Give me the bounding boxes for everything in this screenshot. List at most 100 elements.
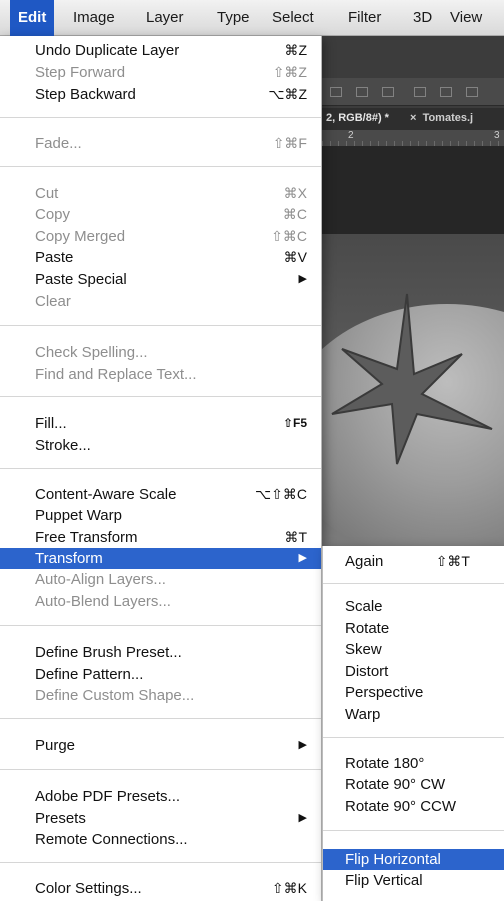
menu-item-step-forward[interactable]: Step Forward ⇧⌘Z: [0, 62, 321, 83]
menubar-layer[interactable]: Layer: [146, 0, 184, 36]
menubar-filter[interactable]: Filter: [348, 0, 381, 36]
tab-close-icon[interactable]: ×: [410, 112, 416, 124]
menu-item-color-settings[interactable]: Color Settings... ⇧⌘K: [0, 878, 321, 899]
menu-item-label: Undo Duplicate Layer: [35, 42, 180, 59]
horizontal-ruler: 2 3: [322, 130, 504, 146]
submenu-item-rotate-90-cw[interactable]: Rotate 90° CW: [323, 774, 504, 795]
menu-item-label: Paste: [35, 249, 74, 266]
menu-separator: [0, 468, 321, 469]
align-bottom-icon[interactable]: [382, 87, 394, 97]
menu-item-label: Fill...: [35, 415, 67, 432]
menu-item-define-pattern[interactable]: Define Pattern...: [0, 664, 321, 685]
submenu-arrow-icon: ▶: [298, 812, 307, 824]
edit-menu: Undo Duplicate Layer ⌘Z Step Forward ⇧⌘Z S…: [0, 36, 322, 901]
menu-item-undo-duplicate-layer[interactable]: Undo Duplicate Layer ⌘Z: [0, 40, 321, 61]
submenu-item-distort[interactable]: Distort: [323, 661, 504, 682]
menu-item-label: Cut: [35, 185, 59, 202]
menu-item-label: Check Spelling...: [35, 344, 148, 361]
menu-item-fill[interactable]: Fill... ⇧F5: [0, 413, 321, 434]
menu-separator: [0, 625, 321, 626]
menu-item-label: Purge: [35, 737, 76, 754]
submenu-arrow-icon: ▶: [298, 739, 307, 751]
menu-separator: [0, 862, 321, 863]
menu-item-puppet-warp[interactable]: Puppet Warp: [0, 505, 321, 526]
menu-item-shortcut: ⇧⌘Z: [272, 64, 307, 80]
submenu-item-rotate-180[interactable]: Rotate 180°: [323, 753, 504, 774]
menu-separator: [323, 583, 504, 584]
menu-item-presets[interactable]: Presets ▶: [0, 808, 321, 829]
submenu-item-scale[interactable]: Scale: [323, 596, 504, 617]
menu-item-purge[interactable]: Purge ▶: [0, 735, 321, 756]
menu-separator: [0, 718, 321, 719]
menu-item-label: Paste Special: [35, 271, 127, 288]
menu-item-fade[interactable]: Fade... ⇧⌘F: [0, 133, 321, 154]
menubar-3d[interactable]: 3D: [413, 0, 432, 36]
submenu-item-flip-vertical[interactable]: Flip Vertical: [323, 870, 504, 891]
menu-item-transform[interactable]: Transform ▶: [0, 548, 321, 569]
menu-item-label: Warp: [345, 706, 381, 723]
align-right-icon[interactable]: [466, 87, 478, 97]
menu-item-shortcut: ⌘C: [282, 206, 307, 222]
transform-submenu: Again ⇧⌘T Scale Rotate Skew Distort Persp…: [322, 546, 504, 901]
menu-item-define-brush-preset[interactable]: Define Brush Preset...: [0, 642, 321, 663]
menu-item-adobe-pdf-presets[interactable]: Adobe PDF Presets...: [0, 786, 321, 807]
menu-item-label: Again: [345, 553, 384, 570]
menu-item-shortcut: ⇧⌘T: [435, 553, 470, 569]
menu-item-shortcut: ⇧⌘F: [272, 135, 307, 151]
menubar-type[interactable]: Type: [217, 0, 250, 36]
menubar-image[interactable]: Image: [73, 0, 115, 36]
menubar-view[interactable]: View: [450, 0, 482, 36]
menu-item-find-replace-text[interactable]: Find and Replace Text...: [0, 364, 321, 385]
menu-item-free-transform[interactable]: Free Transform ⌘T: [0, 527, 321, 548]
submenu-arrow-icon: ▶: [298, 273, 307, 285]
submenu-item-again[interactable]: Again ⇧⌘T: [323, 551, 504, 572]
submenu-item-flip-horizontal[interactable]: Flip Horizontal: [323, 849, 504, 870]
tab-current-document[interactable]: 2, RGB/8#) *: [326, 112, 389, 124]
menubar-edit[interactable]: Edit: [10, 0, 55, 36]
align-hcenter-icon[interactable]: [440, 87, 452, 97]
submenu-item-warp[interactable]: Warp: [323, 704, 504, 725]
menu-item-copy[interactable]: Copy ⌘C: [0, 204, 321, 225]
menu-item-cut[interactable]: Cut ⌘X: [0, 183, 321, 204]
align-top-icon[interactable]: [330, 87, 342, 97]
menubar-select[interactable]: Select: [272, 0, 314, 36]
menu-item-label: Scale: [345, 598, 383, 615]
menu-separator: [323, 830, 504, 831]
menu-item-paste-special[interactable]: Paste Special ▶: [0, 269, 321, 290]
menu-item-remote-connections[interactable]: Remote Connections...: [0, 829, 321, 850]
menu-item-label: Stroke...: [35, 437, 91, 454]
submenu-item-rotate-90-ccw[interactable]: Rotate 90° CCW: [323, 796, 504, 817]
menu-item-step-backward[interactable]: Step Backward ⌥⌘Z: [0, 84, 321, 105]
menu-separator: [0, 117, 321, 118]
tab-tomates-document[interactable]: × Tomates.j: [410, 112, 473, 124]
menu-item-copy-merged[interactable]: Copy Merged ⇧⌘C: [0, 226, 321, 247]
menu-item-shortcut: ⇧⌘K: [271, 880, 307, 896]
align-left-icon[interactable]: [414, 87, 426, 97]
menu-item-shortcut: ⌘Z: [284, 42, 307, 58]
menu-item-label: Color Settings...: [35, 880, 142, 897]
menu-item-paste[interactable]: Paste ⌘V: [0, 247, 321, 268]
menu-item-define-custom-shape[interactable]: Define Custom Shape...: [0, 685, 321, 706]
menu-item-label: Auto-Blend Layers...: [35, 593, 171, 610]
submenu-item-rotate[interactable]: Rotate: [323, 618, 504, 639]
menu-item-shortcut: ⌘T: [284, 529, 307, 545]
menu-item-auto-blend-layers[interactable]: Auto-Blend Layers...: [0, 591, 321, 612]
submenu-item-skew[interactable]: Skew: [323, 639, 504, 660]
menu-item-label: Remote Connections...: [35, 831, 188, 848]
menu-item-label: Presets: [35, 810, 86, 827]
menu-item-clear[interactable]: Clear: [0, 291, 321, 312]
menu-item-label: Free Transform: [35, 529, 138, 546]
align-vcenter-icon[interactable]: [356, 87, 368, 97]
menu-item-label: Define Brush Preset...: [35, 644, 182, 661]
menu-item-label: Rotate 180°: [345, 755, 425, 772]
menu-item-label: Content-Aware Scale: [35, 486, 177, 503]
menu-item-check-spelling[interactable]: Check Spelling...: [0, 342, 321, 363]
menu-separator: [323, 737, 504, 738]
menu-item-auto-align-layers[interactable]: Auto-Align Layers...: [0, 569, 321, 590]
menu-item-stroke[interactable]: Stroke...: [0, 435, 321, 456]
menu-item-content-aware-scale[interactable]: Content-Aware Scale ⌥⇧⌘C: [0, 484, 321, 505]
menu-item-label: Fade...: [35, 135, 82, 152]
menu-item-label: Auto-Align Layers...: [35, 571, 166, 588]
submenu-item-perspective[interactable]: Perspective: [323, 682, 504, 703]
menu-item-shortcut: ⌥⌘Z: [268, 86, 307, 102]
